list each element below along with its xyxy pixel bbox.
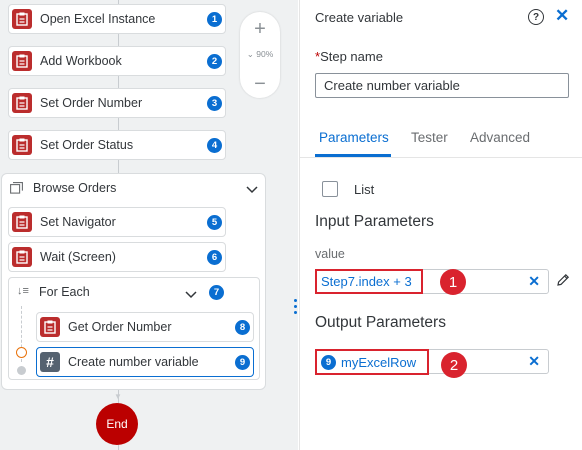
step-number-badge: 8 — [235, 320, 250, 335]
step-add-workbook[interactable]: Add Workbook 2 — [8, 46, 226, 76]
value-expression-text: Step7.index + 3 — [321, 274, 412, 289]
step-name-label: *Step name — [315, 49, 383, 64]
input-parameters-title: Input Parameters — [315, 213, 434, 230]
hash-variable-icon: # — [40, 352, 60, 372]
step-label: Add Workbook — [40, 54, 122, 68]
output-variable-name: myExcelRow — [341, 354, 417, 370]
step-label: Set Order Status — [40, 138, 134, 152]
excel-activity-icon — [12, 93, 32, 113]
zoom-level-dropdown[interactable]: ⌄ 90% — [240, 49, 280, 60]
step-number-badge: 9 — [235, 355, 250, 370]
close-icon[interactable]: ✕ — [555, 7, 569, 25]
step-number-badge: 3 — [207, 96, 222, 111]
excel-activity-icon — [40, 317, 60, 337]
step-name-input[interactable] — [315, 73, 569, 98]
step-label: Wait (Screen) — [40, 250, 116, 264]
step-number-badge: 5 — [207, 215, 222, 230]
zoom-control: + ⌄ 90% − — [240, 12, 280, 98]
loop-title: For Each — [39, 285, 90, 299]
clear-output-icon[interactable]: ✕ — [528, 353, 540, 370]
tab-parameters[interactable]: Parameters — [319, 130, 389, 145]
excel-activity-icon — [12, 135, 32, 155]
chevron-down-icon: ⌄ — [246, 49, 254, 59]
step-label: Set Order Number — [40, 96, 143, 110]
output-variable-highlight[interactable]: 9 myExcelRow — [315, 349, 429, 375]
step-number-badge: 4 — [207, 138, 222, 153]
variable-number-badge: 9 — [321, 354, 336, 370]
step-label: Get Order Number — [68, 320, 172, 334]
step-wait-screen[interactable]: Wait (Screen) 6 — [8, 242, 226, 272]
step-name-label-text: Step name — [320, 49, 383, 64]
step-create-number-variable[interactable]: # Create number variable 9 — [36, 347, 254, 377]
output-parameters-title: Output Parameters — [315, 314, 446, 331]
screen-activity-icon — [12, 247, 32, 267]
end-node[interactable]: End — [96, 403, 138, 445]
edit-expression-icon[interactable] — [556, 273, 570, 290]
zoom-level-value: 90% — [256, 49, 274, 59]
list-checkbox[interactable] — [322, 181, 338, 197]
flow-canvas: Open Excel Instance 1 Add Workbook 2 Set… — [0, 0, 298, 450]
properties-panel: Create variable ? ✕ *Step name Parameter… — [299, 0, 582, 450]
group-title: Browse Orders — [33, 181, 117, 195]
screen-activity-icon — [12, 212, 32, 232]
excel-activity-icon — [12, 9, 32, 29]
loop-icon: ↓≡ — [17, 285, 29, 297]
step-label: Set Navigator — [40, 215, 116, 229]
step-set-order-number[interactable]: Set Order Number 3 — [8, 88, 226, 118]
tab-tester[interactable]: Tester — [411, 130, 448, 145]
flow-arrow-icon: ▼ — [114, 392, 122, 401]
excel-activity-icon — [12, 51, 32, 71]
annotation-callout-2: 2 — [441, 352, 467, 378]
tab-bar-divider — [300, 157, 582, 158]
zoom-in-button[interactable]: + — [240, 19, 280, 39]
clear-value-icon[interactable]: ✕ — [528, 273, 540, 290]
help-icon[interactable]: ? — [528, 9, 544, 25]
step-label: Open Excel Instance — [40, 12, 156, 26]
collapse-chevron-icon[interactable] — [246, 182, 258, 197]
loop-current-marker — [16, 347, 27, 358]
step-number-badge: 2 — [207, 54, 222, 69]
zoom-out-button[interactable]: − — [240, 74, 280, 94]
step-label: Create number variable — [68, 355, 199, 369]
value-expression-highlight[interactable]: Step7.index + 3 — [315, 269, 423, 294]
step-get-order-number[interactable]: Get Order Number 8 — [36, 312, 254, 342]
step-set-navigator[interactable]: Set Navigator 5 — [8, 207, 226, 237]
panel-title: Create variable — [315, 10, 404, 25]
loop-end-marker — [17, 366, 26, 375]
collapse-chevron-icon[interactable] — [185, 287, 197, 302]
step-set-order-status[interactable]: Set Order Status 4 — [8, 130, 226, 160]
list-checkbox-label: List — [354, 182, 375, 197]
step-number-badge: 7 — [209, 285, 224, 300]
group-icon — [10, 182, 23, 197]
step-number-badge: 1 — [207, 12, 222, 27]
tab-advanced[interactable]: Advanced — [470, 130, 530, 145]
step-open-excel-instance[interactable]: Open Excel Instance 1 — [8, 4, 226, 34]
value-param-label: value — [315, 247, 345, 261]
step-number-badge: 6 — [207, 250, 222, 265]
annotation-callout-1: 1 — [440, 269, 466, 295]
